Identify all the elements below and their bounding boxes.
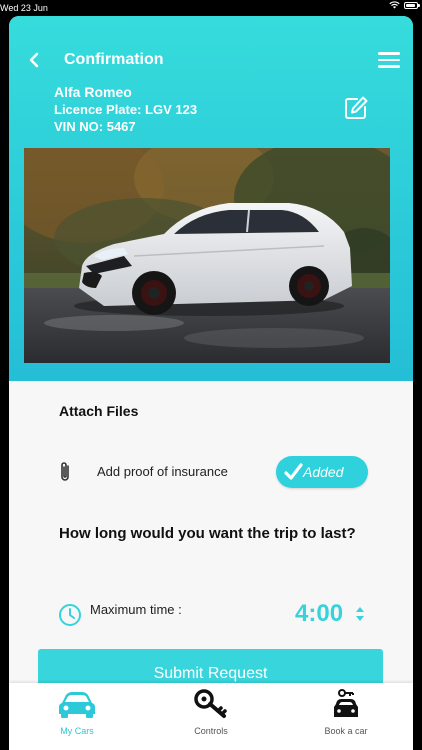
checkmark-icon bbox=[284, 463, 303, 480]
paperclip-icon bbox=[61, 462, 69, 481]
car-photo-image bbox=[24, 148, 390, 363]
attach-files-heading: Attach Files bbox=[59, 403, 139, 419]
licence-plate: Licence Plate: LGV 123 bbox=[54, 102, 198, 117]
tab-controls[interactable]: Controls bbox=[161, 683, 261, 743]
car-photo bbox=[24, 148, 390, 363]
key-icon bbox=[194, 689, 227, 718]
tab-book-a-car[interactable]: Book a car bbox=[296, 683, 396, 743]
tab-label: Controls bbox=[194, 726, 228, 736]
vin-number: VIN NO: 5467 bbox=[54, 119, 136, 134]
header-panel: Confirmation Alfa Romeo Licence Plate: L… bbox=[9, 16, 413, 381]
app-screen: Confirmation Alfa Romeo Licence Plate: L… bbox=[9, 16, 413, 750]
tab-label: My Cars bbox=[60, 726, 94, 736]
proof-of-insurance-label: Add proof of insurance bbox=[97, 464, 228, 479]
tab-label: Book a car bbox=[324, 726, 368, 736]
back-arrow-icon[interactable] bbox=[25, 50, 45, 70]
status-bar: Wed 23 Jun bbox=[0, 0, 422, 16]
hamburger-menu-icon[interactable] bbox=[378, 52, 400, 68]
car-key-icon bbox=[334, 689, 358, 717]
status-icons bbox=[389, 1, 420, 9]
car-name: Alfa Romeo bbox=[54, 84, 132, 100]
maximum-time-value[interactable]: 4:00 bbox=[295, 600, 343, 628]
added-status: Added bbox=[303, 464, 344, 480]
up-down-stepper-icon[interactable] bbox=[355, 606, 365, 622]
wifi-icon bbox=[389, 1, 400, 9]
trip-duration-question: How long would you want the trip to last… bbox=[59, 525, 356, 542]
status-time: Wed 23 Jun bbox=[0, 3, 48, 13]
tab-my-cars[interactable]: My Cars bbox=[27, 683, 127, 743]
car-icon bbox=[59, 692, 95, 718]
page-title: Confirmation bbox=[64, 51, 164, 68]
maximum-time-label: Maximum time : bbox=[90, 602, 182, 617]
battery-icon bbox=[404, 1, 420, 9]
bottom-tab-bar: My Cars Controls Book a car bbox=[9, 683, 413, 750]
home-indicator[interactable] bbox=[125, 741, 298, 745]
insurance-added-toggle[interactable]: Added bbox=[276, 456, 368, 488]
clock-icon bbox=[59, 604, 81, 626]
car-info: Alfa Romeo Licence Plate: LGV 123 VIN NO… bbox=[54, 84, 197, 135]
edit-icon[interactable] bbox=[343, 95, 369, 121]
